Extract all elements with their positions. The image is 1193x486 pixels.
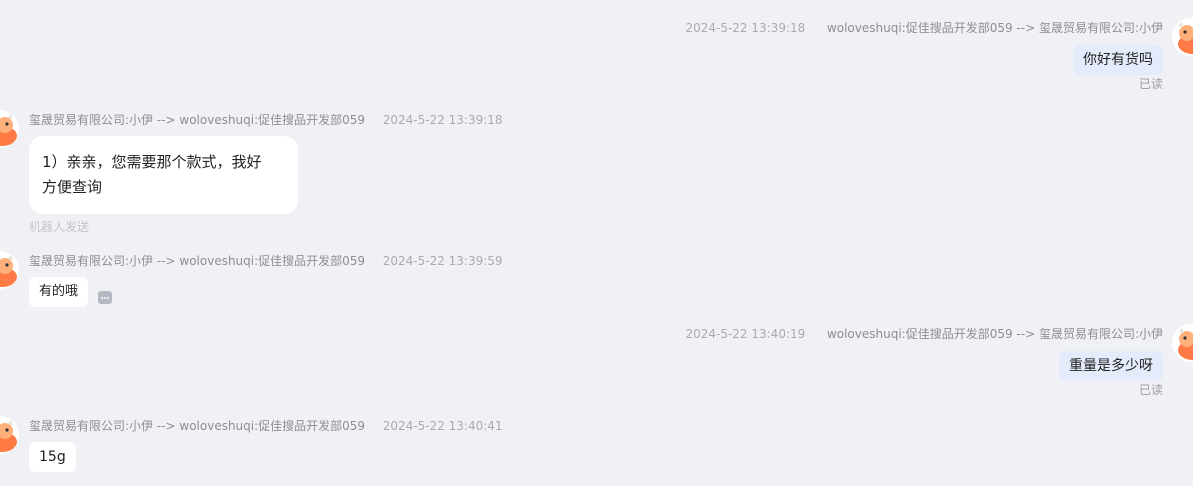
message-4-bubble[interactable]: 重量是多少呀 xyxy=(1059,351,1163,381)
robot-sent-label: 机器人发送 xyxy=(29,220,90,234)
sender-avatar[interactable] xyxy=(1172,324,1193,362)
message-1-timestamp: 2024-5-22 13:39:18 xyxy=(685,21,806,35)
message-5-meta: 玺晟贸易有限公司:小伊 --> woloveshuqi:促佳搜品开发部059 2… xyxy=(29,418,503,434)
message-5-bubble[interactable]: 15g xyxy=(29,442,76,472)
message-4-read-status: 已读 xyxy=(1138,383,1163,397)
message-3-timestamp: 2024-5-22 13:39:59 xyxy=(382,254,503,268)
receiver-avatar[interactable] xyxy=(0,416,19,454)
mascot-avatar-icon xyxy=(0,416,19,454)
message-2-route: 玺晟贸易有限公司:小伊 --> woloveshuqi:促佳搜品开发部059 xyxy=(29,113,366,127)
message-4-meta: 2024-5-22 13:40:19 woloveshuqi:促佳搜品开发部05… xyxy=(685,326,1163,342)
mascot-avatar-icon xyxy=(0,110,19,148)
message-2-meta: 玺晟贸易有限公司:小伊 --> woloveshuqi:促佳搜品开发部059 2… xyxy=(29,112,503,128)
message-5-timestamp: 2024-5-22 13:40:41 xyxy=(382,419,503,433)
mascot-avatar-icon xyxy=(1172,324,1193,362)
mascot-avatar-icon xyxy=(1172,18,1193,56)
message-2-text-line2: 方便查询 xyxy=(42,178,103,196)
sender-avatar[interactable] xyxy=(1172,18,1193,56)
message-2-timestamp: 2024-5-22 13:39:18 xyxy=(382,113,503,127)
message-3-meta: 玺晟贸易有限公司:小伊 --> woloveshuqi:促佳搜品开发部059 2… xyxy=(29,253,503,269)
message-1-bubble[interactable]: 你好有货吗 xyxy=(1073,45,1163,75)
more-options-icon[interactable] xyxy=(98,291,112,304)
message-2-bubble[interactable]: 1）亲亲，您需要那个款式，我好 方便查询 xyxy=(29,136,298,214)
receiver-avatar[interactable] xyxy=(0,110,19,148)
message-4-timestamp: 2024-5-22 13:40:19 xyxy=(685,327,806,341)
message-3-bubble[interactable]: 有的哦 xyxy=(29,277,89,307)
receiver-avatar[interactable] xyxy=(0,251,19,289)
message-3-route: 玺晟贸易有限公司:小伊 --> woloveshuqi:促佳搜品开发部059 xyxy=(29,254,366,268)
message-1-route: woloveshuqi:促佳搜品开发部059 --> 玺晟贸易有限公司:小伊 xyxy=(826,21,1163,35)
message-5-route: 玺晟贸易有限公司:小伊 --> woloveshuqi:促佳搜品开发部059 xyxy=(29,419,366,433)
message-1-read-status: 已读 xyxy=(1138,77,1163,91)
mascot-avatar-icon xyxy=(0,251,19,289)
message-4-route: woloveshuqi:促佳搜品开发部059 --> 玺晟贸易有限公司:小伊 xyxy=(826,327,1163,341)
message-2-text-line1: 1）亲亲，您需要那个款式，我好 xyxy=(42,153,262,171)
message-1-meta: 2024-5-22 13:39:18 woloveshuqi:促佳搜品开发部05… xyxy=(685,20,1163,36)
